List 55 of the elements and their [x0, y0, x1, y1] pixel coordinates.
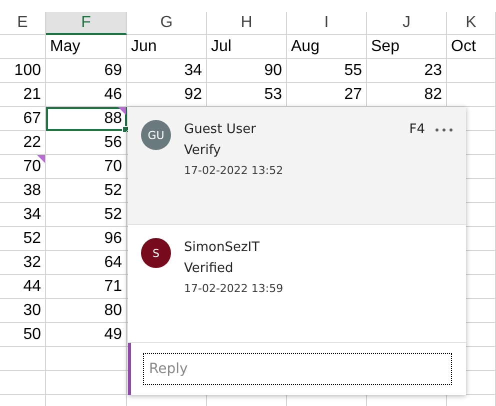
column-header[interactable]: G	[127, 12, 207, 35]
table-cell: 96	[46, 227, 127, 251]
table-cell: 49	[46, 323, 127, 347]
table-cell: 70	[0, 155, 46, 179]
table-cell: 44	[0, 275, 46, 299]
column-header[interactable]: J	[367, 12, 447, 35]
table-cell: 64	[46, 251, 127, 275]
table-cell: 56	[46, 131, 127, 155]
table-cell: 22	[0, 131, 46, 155]
column-label: Aug	[287, 35, 367, 59]
author-name: Guest User	[184, 122, 257, 137]
comment-text: Verify	[184, 143, 222, 158]
table-cell: 34	[0, 203, 46, 227]
table-cell: 52	[0, 227, 46, 251]
column-label: Oct	[447, 35, 496, 59]
table-cell: 52	[46, 203, 127, 227]
avatar: S	[141, 238, 171, 268]
empty-cell	[0, 35, 46, 59]
column-header[interactable]: K	[447, 12, 496, 35]
table-cell: 38	[0, 179, 46, 203]
table-cell: 32	[0, 251, 46, 275]
table-cell: 23	[367, 59, 447, 83]
table-cell: 50	[0, 323, 46, 347]
table-cell: 55	[287, 59, 367, 83]
avatar: GU	[141, 120, 171, 150]
column-label: Jun	[127, 35, 207, 59]
comment-time: 17-02-2022 13:59	[184, 282, 284, 295]
table-cell: 21	[0, 83, 46, 107]
table-cell: 80	[46, 299, 127, 323]
table-cell: 90	[207, 59, 287, 83]
table-cell: 67	[0, 107, 46, 131]
table-cell: 70	[46, 155, 127, 179]
table-cell: 34	[127, 59, 207, 83]
table-cell: 46	[46, 83, 127, 107]
table-cell: 100	[0, 59, 46, 83]
author-name: SimonSezIT	[184, 240, 261, 255]
more-options-icon[interactable]	[435, 128, 453, 132]
column-header[interactable]: I	[287, 12, 367, 35]
table-cell: 52	[46, 179, 127, 203]
table-cell: 71	[46, 275, 127, 299]
empty-cell	[0, 371, 46, 395]
column-header[interactable]: F	[46, 12, 127, 35]
empty-cell	[0, 347, 46, 371]
comment-text: Verified	[184, 261, 234, 276]
cell-reference: F4	[409, 122, 425, 137]
reply-field[interactable]: Reply	[143, 353, 452, 385]
column-header[interactable]: H	[207, 12, 287, 35]
column-header[interactable]: E	[0, 12, 46, 35]
empty-cell	[447, 59, 496, 83]
comment-time: 17-02-2022 13:52	[184, 164, 284, 177]
column-label: Sep	[367, 35, 447, 59]
column-label: Jul	[207, 35, 287, 59]
column-label: May	[46, 35, 127, 59]
table-cell: 30	[0, 299, 46, 323]
table-cell: 69	[46, 59, 127, 83]
